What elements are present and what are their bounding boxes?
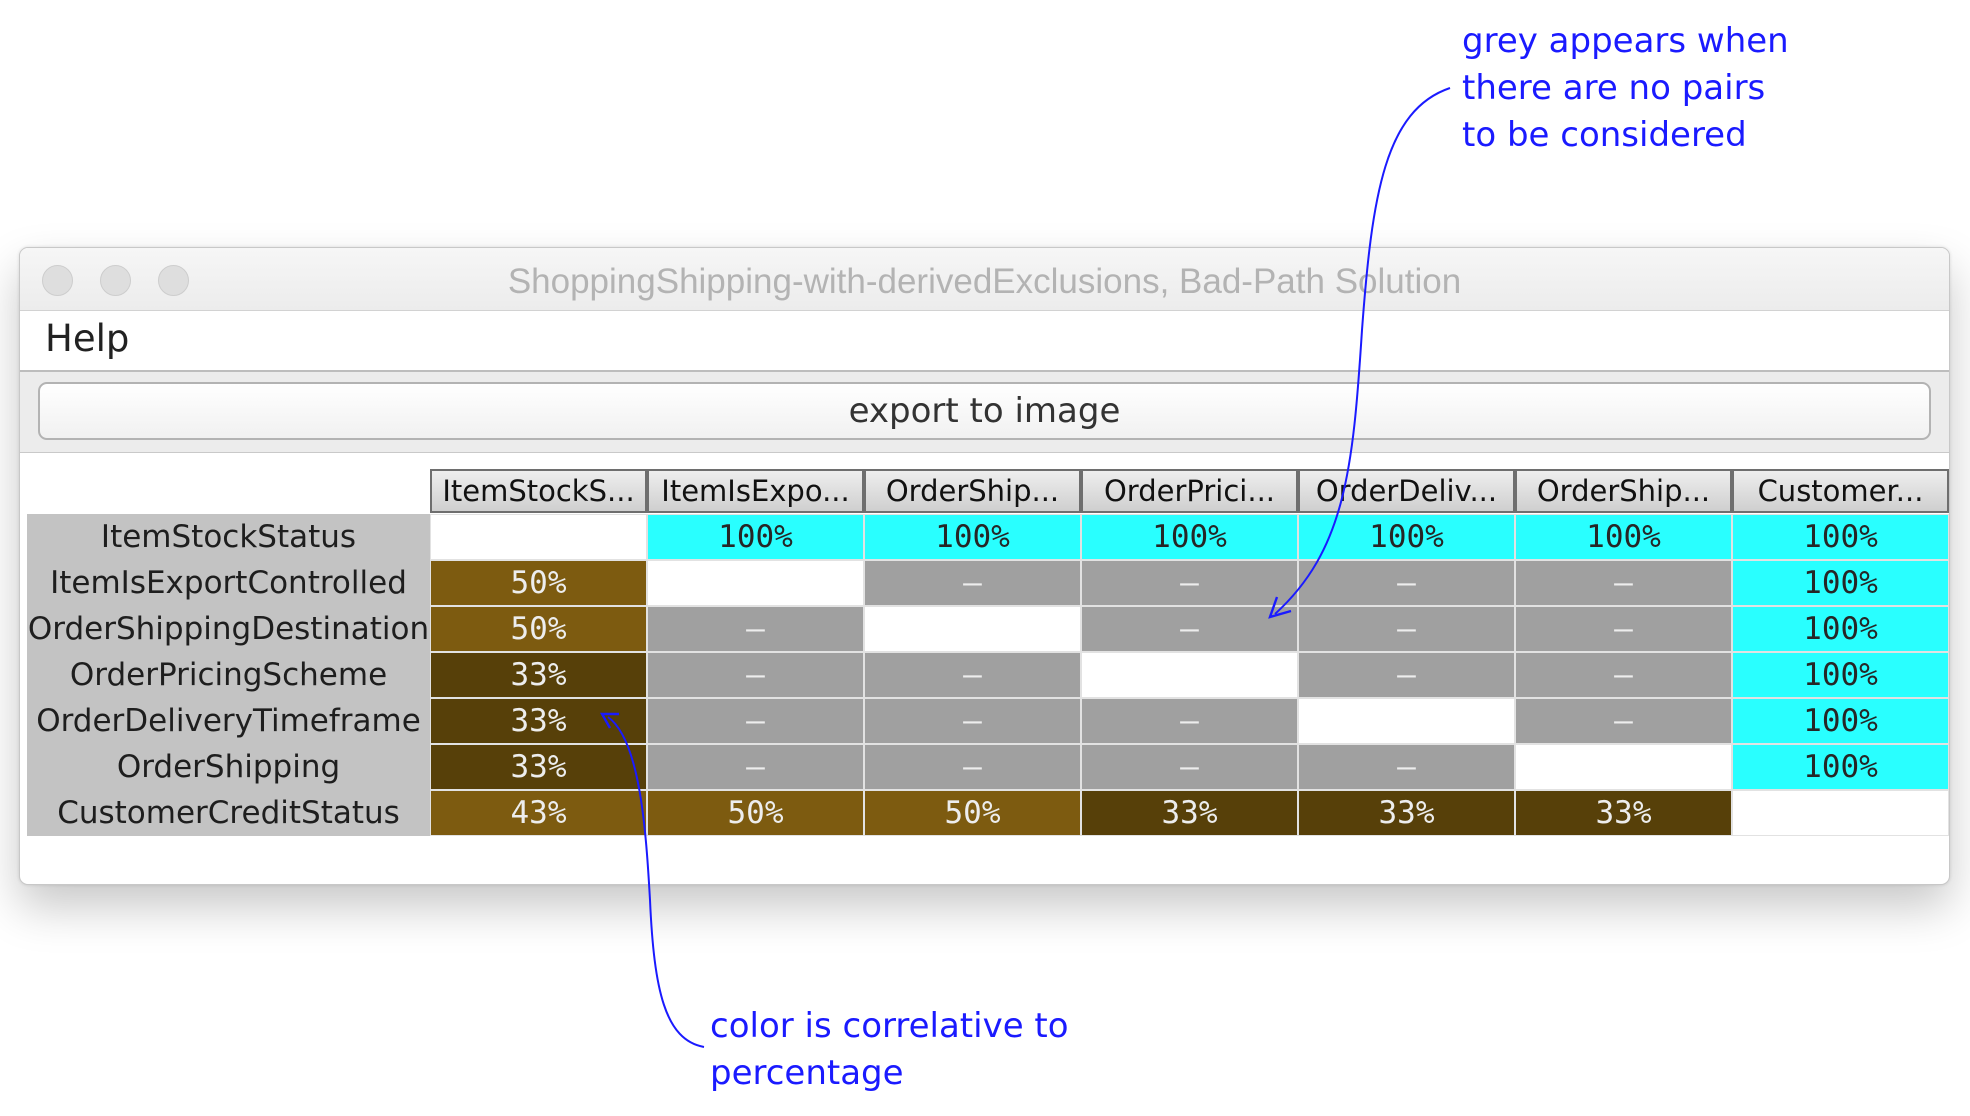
toolbar: export to image bbox=[20, 372, 1949, 453]
column-header[interactable]: OrderPrici... bbox=[1081, 469, 1298, 513]
table-cell[interactable]: 50% bbox=[864, 790, 1081, 836]
table-cell[interactable]: 33% bbox=[1298, 790, 1515, 836]
row-label: OrderPricingScheme bbox=[27, 652, 430, 698]
table-cell[interactable]: – bbox=[1515, 698, 1732, 744]
row-label: OrderShipping bbox=[27, 744, 430, 790]
table-cell[interactable]: – bbox=[864, 744, 1081, 790]
table-cell[interactable]: 100% bbox=[1298, 514, 1515, 560]
table-cell[interactable]: 33% bbox=[430, 698, 647, 744]
column-header[interactable]: OrderDeliv... bbox=[1298, 469, 1515, 513]
table-cell[interactable]: 100% bbox=[1732, 698, 1949, 744]
table-cell[interactable]: 50% bbox=[430, 560, 647, 606]
table-cell[interactable]: 100% bbox=[1732, 744, 1949, 790]
table-cell[interactable]: 33% bbox=[430, 652, 647, 698]
table-cell[interactable]: 100% bbox=[864, 514, 1081, 560]
table-cell[interactable]: – bbox=[1081, 698, 1298, 744]
table-cell[interactable] bbox=[1298, 698, 1515, 744]
table-cell[interactable]: – bbox=[647, 652, 864, 698]
column-header[interactable]: ItemIsExpo... bbox=[647, 469, 864, 513]
table-cell[interactable]: 33% bbox=[1081, 790, 1298, 836]
table-cell[interactable]: 50% bbox=[647, 790, 864, 836]
table-cell[interactable]: 33% bbox=[1515, 790, 1732, 836]
menu-bar: Help bbox=[20, 311, 1949, 372]
column-header[interactable]: Customer... bbox=[1732, 469, 1949, 513]
table-cell[interactable]: – bbox=[1298, 744, 1515, 790]
row-label: CustomerCreditStatus bbox=[27, 790, 430, 836]
row-label: ItemStockStatus bbox=[27, 514, 430, 560]
table-cell[interactable]: – bbox=[1081, 744, 1298, 790]
table-cell[interactable]: – bbox=[647, 698, 864, 744]
table-cell[interactable]: 100% bbox=[1732, 606, 1949, 652]
table-cell[interactable] bbox=[1081, 652, 1298, 698]
table-cell[interactable]: – bbox=[864, 698, 1081, 744]
annotation-grey-note: grey appears when there are no pairs to … bbox=[1462, 21, 1789, 155]
table-cell[interactable]: – bbox=[1298, 652, 1515, 698]
window-title: ShoppingShipping-with-derivedExclusions,… bbox=[507, 262, 1462, 301]
table-cell[interactable] bbox=[430, 514, 647, 560]
table-cell[interactable]: – bbox=[1515, 652, 1732, 698]
export-to-image-button[interactable]: export to image bbox=[38, 382, 1931, 440]
table-cell[interactable] bbox=[647, 560, 864, 606]
row-label: OrderShippingDestination bbox=[27, 606, 430, 652]
column-header[interactable]: OrderShip... bbox=[864, 469, 1081, 513]
table-cell[interactable]: 100% bbox=[1732, 652, 1949, 698]
table-cell[interactable] bbox=[1515, 744, 1732, 790]
table-cell[interactable]: 43% bbox=[430, 790, 647, 836]
table-cell[interactable]: 100% bbox=[1732, 560, 1949, 606]
table-cell[interactable]: – bbox=[1081, 606, 1298, 652]
title-bar: ShoppingShipping-with-derivedExclusions,… bbox=[20, 248, 1949, 311]
table-cell[interactable]: – bbox=[647, 606, 864, 652]
row-label: ItemIsExportControlled bbox=[27, 560, 430, 606]
annotation-color-note: color is correlative to percentage bbox=[710, 1006, 1069, 1093]
table-cell[interactable]: 50% bbox=[430, 606, 647, 652]
table-cell[interactable]: – bbox=[1515, 606, 1732, 652]
table-cell[interactable]: 100% bbox=[647, 514, 864, 560]
table-cell[interactable]: 100% bbox=[1515, 514, 1732, 560]
column-header[interactable]: ItemStockS... bbox=[430, 469, 647, 513]
table-cell[interactable]: – bbox=[1081, 560, 1298, 606]
table-cell[interactable]: 33% bbox=[430, 744, 647, 790]
table-cell[interactable] bbox=[864, 606, 1081, 652]
app-window: ShoppingShipping-with-derivedExclusions,… bbox=[19, 247, 1950, 885]
row-label: OrderDeliveryTimeframe bbox=[27, 698, 430, 744]
table-cell[interactable]: – bbox=[1298, 606, 1515, 652]
table-cell[interactable] bbox=[1732, 790, 1949, 836]
table-cell[interactable]: 100% bbox=[1732, 514, 1949, 560]
table-cell[interactable]: – bbox=[864, 652, 1081, 698]
menu-help[interactable]: Help bbox=[45, 317, 129, 360]
table-cell[interactable]: 100% bbox=[1081, 514, 1298, 560]
table-cell[interactable]: – bbox=[1515, 560, 1732, 606]
table-cell[interactable]: – bbox=[647, 744, 864, 790]
table-cell[interactable]: – bbox=[1298, 560, 1515, 606]
table-cell[interactable]: – bbox=[864, 560, 1081, 606]
column-header[interactable]: OrderShip... bbox=[1515, 469, 1732, 513]
